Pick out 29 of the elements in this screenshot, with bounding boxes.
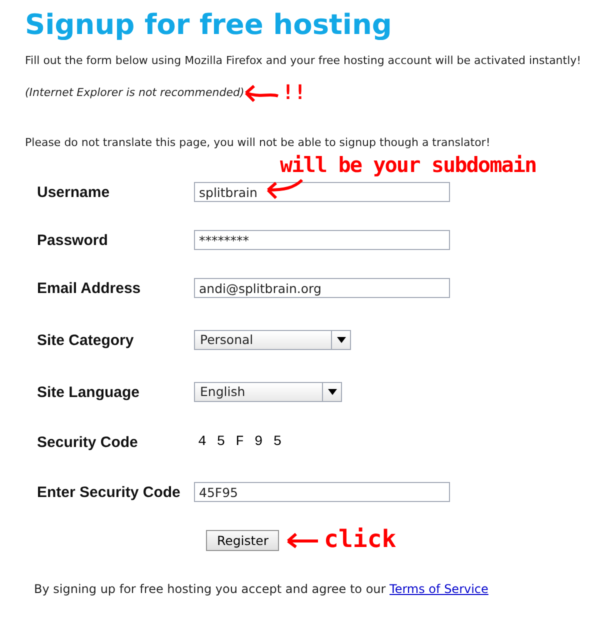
arrow-icon	[284, 531, 320, 549]
field-label: Username	[37, 184, 111, 200]
terms-text: By signing up for free hosting you accept and agree to our Terms of Service	[34, 582, 490, 596]
page-title: Signup for free hosting	[25, 8, 393, 42]
input-field[interactable]: andi@splitbrain.org	[194, 278, 450, 298]
input-field[interactable]: splitbrain	[194, 182, 450, 202]
arrow-icon	[242, 84, 280, 104]
terms-link[interactable]: Terms of Service	[390, 582, 488, 596]
register-button[interactable]: Register	[206, 530, 280, 551]
field-label: Site Category	[37, 332, 135, 348]
dropdown[interactable]: Personal	[194, 330, 351, 350]
handwritten-note: !!	[282, 80, 306, 104]
field-label: Enter Security Code	[37, 484, 182, 500]
field-label: Site Language	[37, 384, 141, 400]
security-code: 4 5 F 9 5	[198, 434, 283, 450]
input-field[interactable]: ********	[194, 230, 450, 250]
caret-icon	[328, 389, 336, 395]
caret-icon	[336, 337, 346, 343]
browser-note: (Internet Explorer is not recommended)	[25, 86, 244, 100]
arrow-icon	[264, 178, 304, 200]
field-label: Security Code	[37, 434, 139, 450]
dropdown[interactable]: English	[194, 382, 342, 402]
field-label: Email Address	[37, 280, 142, 296]
input-field[interactable]: 45F95	[194, 482, 450, 502]
field-label: Password	[37, 232, 109, 248]
handwritten-note: click	[324, 525, 396, 553]
handwritten-note: will be your subdomain	[280, 153, 536, 177]
translate-note: Please do not translate this page, you will not be able to signup though a translator!	[25, 136, 492, 150]
intro-text: Fill out the form below using Mozilla Firefox and your free hosting account will be activated instantly!	[25, 54, 582, 68]
